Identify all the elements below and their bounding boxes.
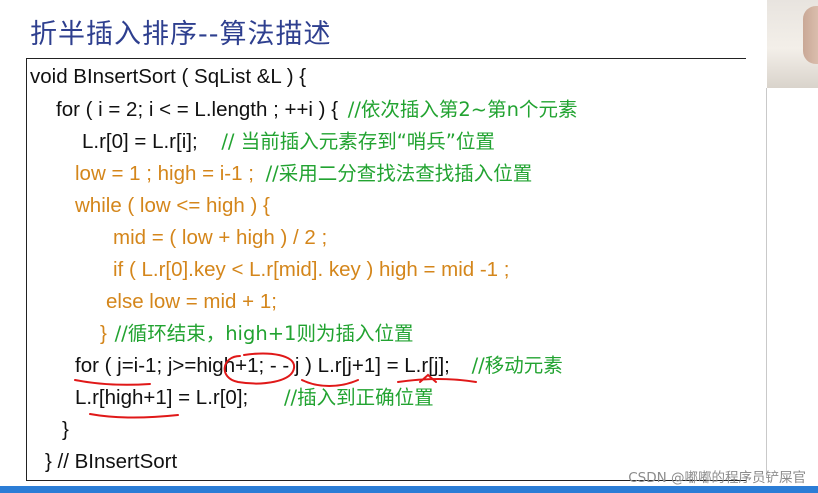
low-high-init: low = 1 ; high = i-1 ; bbox=[75, 162, 254, 185]
comment-move: //移动元素 bbox=[471, 354, 563, 377]
code-line-11: L.r[high+1] = L.r[0]; //插入到正确位置 bbox=[75, 385, 434, 411]
code-line-8: else low = mid + 1; bbox=[106, 290, 277, 313]
insert-assign: L.r[high+1] = L.r[0]; bbox=[75, 386, 249, 409]
comment-insert-range: //依次插入第2~第n个元素 bbox=[347, 98, 578, 121]
code-line-7: if ( L.r[0].key < L.r[mid]. key ) high =… bbox=[113, 258, 510, 281]
shift-loop: for ( j=i-1; j>=high+1; - - j ) L.r[j+1]… bbox=[75, 354, 450, 377]
code-line-13: } // BInsertSort bbox=[45, 450, 178, 473]
comment-binary-search: //采用二分查找法查找插入位置 bbox=[265, 162, 533, 185]
comment-insert: //插入到正确位置 bbox=[283, 386, 434, 409]
code-line-3: L.r[0] = L.r[i]; // 当前插入元素存到“哨兵”位置 bbox=[82, 129, 495, 155]
presenter-face bbox=[803, 6, 818, 64]
code-line-4: low = 1 ; high = i-1 ; //采用二分查找法查找插入位置 bbox=[75, 161, 532, 187]
while-close-brace: } bbox=[100, 322, 107, 345]
for-loop-header: for ( i = 2; i < = L.length ; ++i ) { bbox=[56, 98, 339, 121]
code-line-12: } bbox=[62, 418, 69, 441]
bottom-bar bbox=[0, 486, 818, 493]
watermark: CSDN @嘟嘟的程序员铲屎官 bbox=[628, 470, 806, 486]
comment-sentinel: // 当前插入元素存到“哨兵”位置 bbox=[221, 130, 495, 153]
code-line-9: } //循环结束，high+1则为插入位置 bbox=[100, 321, 413, 347]
code-line-2: for ( i = 2; i < = L.length ; ++i ) { //… bbox=[56, 97, 578, 123]
code-line-6: mid = ( low + high ) / 2 ; bbox=[113, 226, 328, 249]
comment-loop-end: //循环结束，high+1则为插入位置 bbox=[114, 322, 414, 345]
code-line-10: for ( j=i-1; j>=high+1; - - j ) L.r[j+1]… bbox=[75, 353, 563, 379]
code-line-5: while ( low <= high ) { bbox=[75, 194, 270, 217]
sentinel-assign: L.r[0] = L.r[i]; bbox=[82, 130, 198, 153]
webcam-overlay bbox=[767, 0, 818, 88]
slide-title: 折半插入排序--算法描述 bbox=[30, 19, 332, 50]
divider bbox=[766, 88, 767, 478]
code-line-1: void BInsertSort ( SqList &L ) { bbox=[30, 65, 307, 88]
